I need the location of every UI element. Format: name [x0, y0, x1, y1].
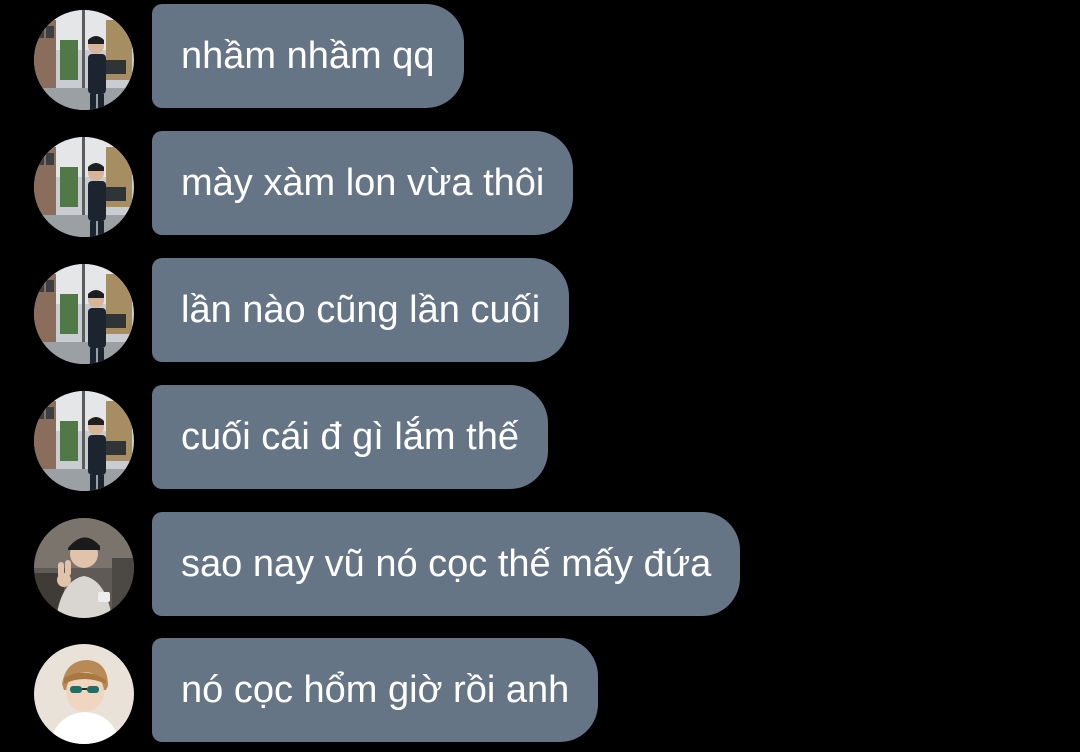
message-text: nó cọc hổm giờ rồi anh — [181, 668, 570, 711]
message-row: lần nào cũng lần cuối — [0, 258, 1080, 364]
message-row: cuối cái đ gì lắm thế — [0, 385, 1080, 491]
message-bubble[interactable]: sao nay vũ nó cọc thế mấy đứa — [152, 512, 741, 616]
street-photo-avatar[interactable] — [34, 391, 134, 491]
message-row: sao nay vũ nó cọc thế mấy đứa — [0, 512, 1080, 618]
street-photo-avatar[interactable] — [34, 10, 134, 110]
message-text: nhầm nhầm qq — [181, 34, 435, 77]
message-bubble[interactable]: nhầm nhầm qq — [152, 4, 464, 108]
message-row: nó cọc hổm giờ rồi anh — [0, 638, 1080, 744]
message-bubble[interactable]: lần nào cũng lần cuối — [152, 258, 570, 362]
message-text: mày xàm lon vừa thôi — [181, 161, 545, 204]
message-text: cuối cái đ gì lắm thế — [181, 415, 519, 458]
message-bubble[interactable]: nó cọc hổm giờ rồi anh — [152, 638, 599, 742]
message-bubble[interactable]: mày xàm lon vừa thôi — [152, 131, 574, 235]
street-photo-avatar[interactable] — [34, 137, 134, 237]
message-bubble[interactable]: cuối cái đ gì lắm thế — [152, 385, 548, 489]
sunglasses-avatar[interactable] — [34, 644, 134, 744]
peace-sign-avatar[interactable] — [34, 518, 134, 618]
message-row: nhầm nhầm qq — [0, 4, 1080, 110]
message-row: mày xàm lon vừa thôi — [0, 131, 1080, 237]
message-text: lần nào cũng lần cuối — [181, 288, 541, 331]
message-text: sao nay vũ nó cọc thế mấy đứa — [181, 542, 712, 585]
street-photo-avatar[interactable] — [34, 264, 134, 364]
